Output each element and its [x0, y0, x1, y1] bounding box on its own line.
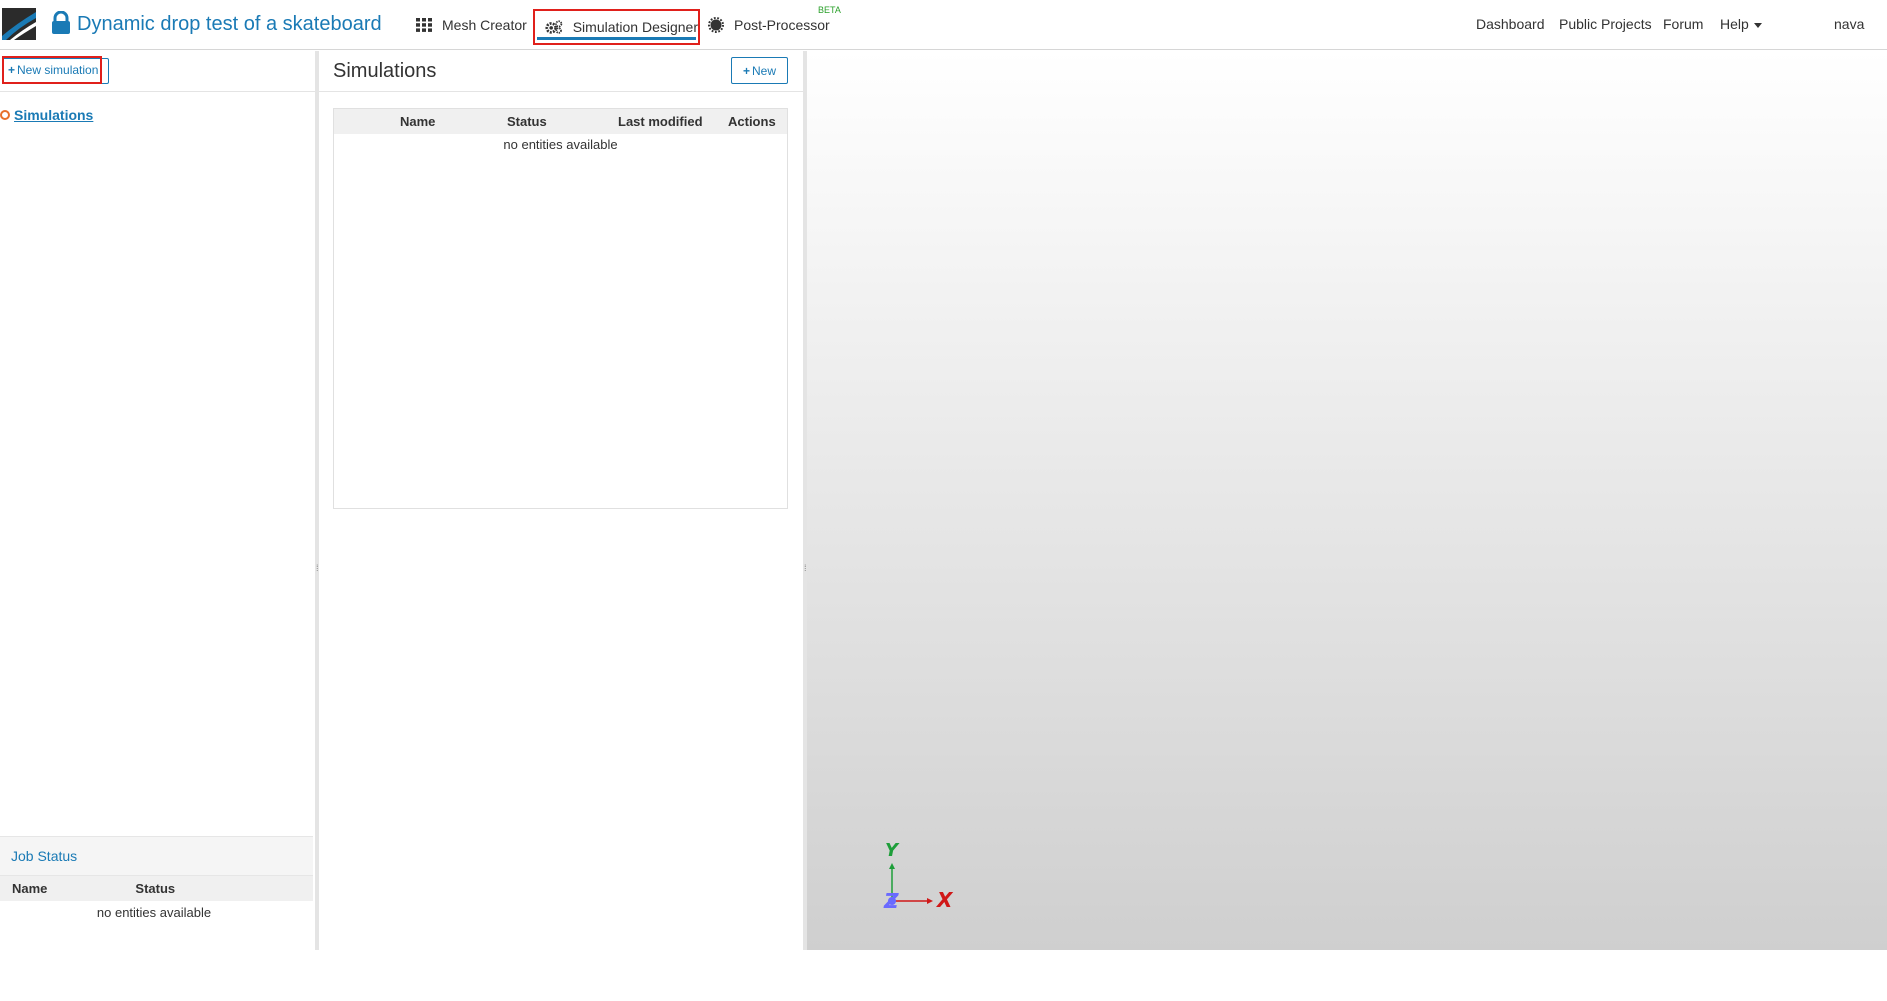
simulations-table: Name Status Last modified Actions no ent…: [333, 108, 788, 509]
nav-forum[interactable]: Forum: [1663, 16, 1703, 32]
job-status-panel: Job Status Name Status no entities avail…: [0, 836, 313, 1001]
gear-icon: [708, 17, 724, 33]
project-title[interactable]: Dynamic drop test of a skateboard: [77, 13, 382, 36]
y-axis-label: Y: [885, 840, 900, 861]
panel-title: Simulations: [333, 60, 437, 82]
column-header-status[interactable]: Status: [507, 114, 547, 129]
z-axis-label: Z: [883, 889, 899, 913]
plus-icon: +: [742, 63, 750, 78]
nav-help-dropdown[interactable]: Help: [1720, 16, 1762, 32]
tab-label: Mesh Creator: [442, 17, 527, 33]
left-panel: + New simulation Simulations Job Status …: [0, 51, 315, 950]
tab-mesh-creator[interactable]: Mesh Creator: [416, 10, 527, 40]
column-header-name[interactable]: Name: [400, 114, 435, 129]
grid-icon: [416, 18, 432, 32]
middle-panel: Simulations + New Name Status Last modif…: [319, 51, 803, 950]
beta-badge: BETA: [818, 5, 841, 15]
top-navbar: Dynamic drop test of a skateboard Mesh C…: [0, 0, 1887, 50]
lock-icon: [52, 11, 70, 34]
new-simulation-button[interactable]: + New simulation: [2, 56, 102, 84]
tree-item-simulations[interactable]: Simulations: [0, 107, 93, 123]
gears-icon: [545, 20, 563, 34]
divider: [319, 91, 803, 92]
empty-state-text: no entities available: [96, 905, 212, 920]
tab-label: Simulation Designer: [572, 19, 698, 35]
table-header: Name Status Last modified Actions: [334, 109, 787, 134]
new-button[interactable]: + New: [731, 57, 788, 84]
job-status-table-header: Name Status: [0, 876, 313, 901]
divider: [0, 91, 315, 92]
nav-public-projects[interactable]: Public Projects: [1559, 16, 1652, 32]
x-axis-label: X: [935, 888, 954, 912]
column-header-name[interactable]: Name: [12, 881, 47, 896]
axis-triad: Y X Z: [883, 840, 954, 913]
tree-item-label: Simulations: [14, 107, 94, 123]
new-button-label: New: [752, 63, 777, 78]
column-header-status[interactable]: Status: [135, 881, 175, 896]
column-header-actions: Actions: [728, 114, 776, 129]
job-status-header[interactable]: Job Status: [0, 836, 313, 876]
tab-simulation-designer[interactable]: Simulation Designer: [533, 9, 700, 45]
empty-state-text: no entities available: [503, 137, 618, 152]
app-logo-icon[interactable]: [2, 8, 36, 40]
help-label: Help: [1720, 16, 1749, 32]
tab-post-processor[interactable]: Post-Processor: [708, 10, 830, 40]
active-tab-indicator: [537, 37, 696, 40]
tab-label: Post-Processor: [734, 17, 830, 33]
user-menu[interactable]: nava: [1834, 16, 1864, 32]
column-header-last-modified[interactable]: Last modified: [618, 114, 703, 129]
plus-icon: +: [8, 63, 16, 77]
new-simulation-label: New simulation: [17, 63, 99, 77]
chevron-down-icon: [1753, 22, 1762, 28]
3d-viewport[interactable]: Y X Z: [807, 51, 1887, 950]
nav-dashboard[interactable]: Dashboard: [1476, 16, 1545, 32]
status-circle-icon: [0, 110, 10, 120]
